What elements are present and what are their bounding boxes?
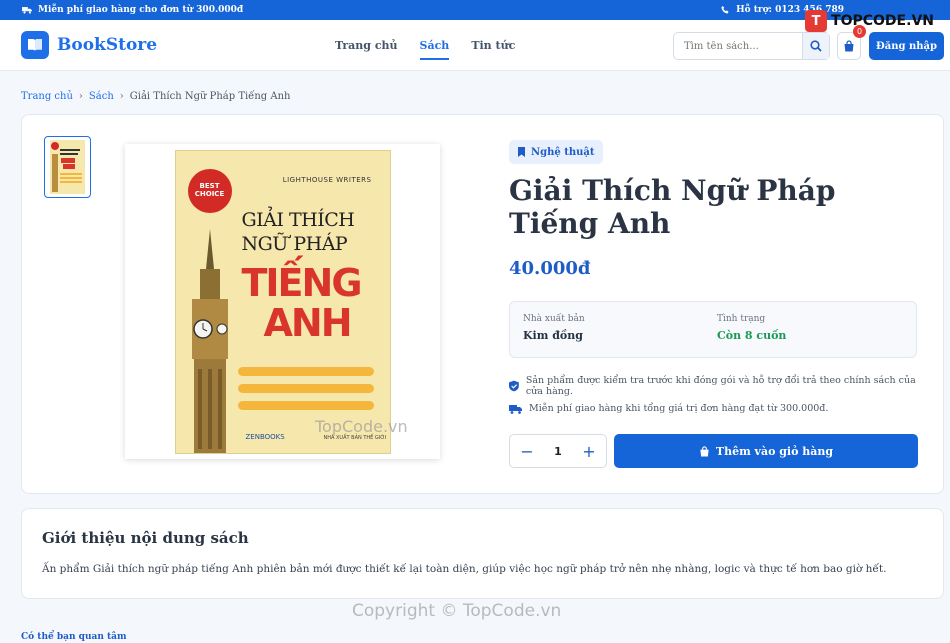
- increase-quantity-button[interactable]: +: [582, 442, 596, 461]
- description-section: Giới thiệu nội dung sách Ấn phẩm Giải th…: [21, 508, 944, 599]
- description-heading: Giới thiệu nội dung sách: [42, 529, 249, 547]
- publisher-label: Nhà xuất bản: [523, 314, 585, 324]
- search-input[interactable]: [674, 40, 802, 52]
- cover-title-line3: TIẾNG: [241, 260, 363, 305]
- center-watermark: TopCode.vn: [315, 417, 408, 436]
- description-body: Ấn phẩm Giải thích ngữ pháp tiếng Anh ph…: [42, 563, 887, 575]
- search-button[interactable]: [802, 33, 829, 59]
- copyright-watermark: Copyright © TopCode.vn: [352, 601, 562, 621]
- nav-home[interactable]: Trang chủ: [335, 20, 398, 71]
- breadcrumb: Trang chủ › Sách › Giải Thích Ngữ Pháp T…: [21, 91, 290, 102]
- stock-status-label: Tình trạng: [717, 314, 766, 324]
- related-section-heading: Có thể bạn quan tâm: [21, 632, 127, 642]
- main-nav: Trang chủ Sách Tin tức: [335, 20, 515, 71]
- product-gallery: BEST CHOICE LIGHTHOUSE WRITERS GIẢI THÍC…: [22, 115, 483, 493]
- cover-title-line4: ANH: [263, 300, 353, 345]
- chevron-right-icon: ›: [78, 91, 83, 102]
- nav-news[interactable]: Tin tức: [471, 20, 515, 71]
- bookmark-icon: [518, 147, 525, 157]
- nav-books[interactable]: Sách: [419, 20, 449, 71]
- add-to-cart-button[interactable]: Thêm vào giỏ hàng: [614, 434, 918, 468]
- best-choice-badge: BEST CHOICE: [187, 168, 232, 213]
- cover-imprint: ZENBOOKS: [245, 432, 285, 441]
- decrease-quantity-button[interactable]: −: [520, 442, 534, 461]
- phone-icon: [721, 6, 729, 14]
- shipping-note: Miễn phí giao hàng khi tổng giá trị đơn …: [509, 403, 828, 414]
- book-cover: BEST CHOICE LIGHTHOUSE WRITERS GIẢI THÍC…: [174, 149, 391, 454]
- chevron-right-icon: ›: [119, 91, 124, 102]
- product-title: Giải Thích Ngữ Pháp Tiếng Anh: [509, 174, 836, 240]
- cover-title-line1: GIẢI THÍCH: [241, 208, 355, 231]
- book-icon: [21, 31, 49, 59]
- breadcrumb-current: Giải Thích Ngữ Pháp Tiếng Anh: [129, 91, 291, 102]
- breadcrumb-home[interactable]: Trang chủ: [21, 91, 73, 102]
- cover-highlight-bar: [237, 383, 374, 393]
- cover-highlight-bar: [237, 400, 374, 410]
- product-price: 40.000đ: [509, 258, 591, 279]
- quantity-value[interactable]: 1: [554, 445, 562, 458]
- category-tag[interactable]: Nghệ thuật: [509, 140, 603, 164]
- brand-logo[interactable]: BookStore: [21, 31, 157, 59]
- cart-button[interactable]: 0: [837, 25, 866, 60]
- shopping-bag-icon: [844, 40, 854, 52]
- topcode-watermark-logo: T TOPCODE.VN: [805, 10, 934, 32]
- cover-title-line2: NGỮ PHÁP: [241, 232, 348, 255]
- product-thumbnail[interactable]: [44, 136, 91, 198]
- topcode-logo-text: TOPCODE.VN: [831, 13, 934, 29]
- product-info: Nghệ thuật Giải Thích Ngữ Pháp Tiếng Anh…: [509, 115, 919, 493]
- category-label: Nghệ thuật: [531, 146, 595, 158]
- search-icon: [810, 40, 822, 52]
- truck-icon: [22, 7, 32, 14]
- quality-note: Sản phẩm được kiểm tra trước khi đóng gó…: [509, 375, 919, 397]
- breadcrumb-books[interactable]: Sách: [89, 91, 114, 102]
- big-ben-illustration: [191, 228, 228, 453]
- quantity-stepper: − 1 +: [509, 434, 607, 468]
- product-main-image[interactable]: BEST CHOICE LIGHTHOUSE WRITERS GIẢI THÍC…: [125, 144, 440, 459]
- shield-check-icon: [509, 380, 519, 392]
- book-cover-thumbnail: [50, 140, 85, 194]
- product-meta-box: Nhà xuất bản Kim đồng Tình trạng Còn 8 c…: [509, 301, 917, 358]
- shopping-bag-icon: [700, 445, 709, 457]
- login-button[interactable]: Đăng nhập: [869, 32, 944, 60]
- stock-status-value: Còn 8 cuốn: [717, 329, 787, 342]
- search-box: [673, 32, 830, 60]
- publisher-value: Kim đồng: [523, 329, 583, 342]
- cover-publisher: LIGHTHOUSE WRITERS: [282, 175, 372, 184]
- product-detail-card: BEST CHOICE LIGHTHOUSE WRITERS GIẢI THÍC…: [21, 114, 944, 494]
- brand-name: BookStore: [57, 35, 158, 55]
- topcode-logo-icon: T: [805, 10, 828, 32]
- cover-highlight-bar: [237, 366, 374, 376]
- free-shipping-promo: Miễn phí giao hàng cho đơn từ 300.000đ: [38, 5, 244, 15]
- truck-icon: [509, 404, 522, 414]
